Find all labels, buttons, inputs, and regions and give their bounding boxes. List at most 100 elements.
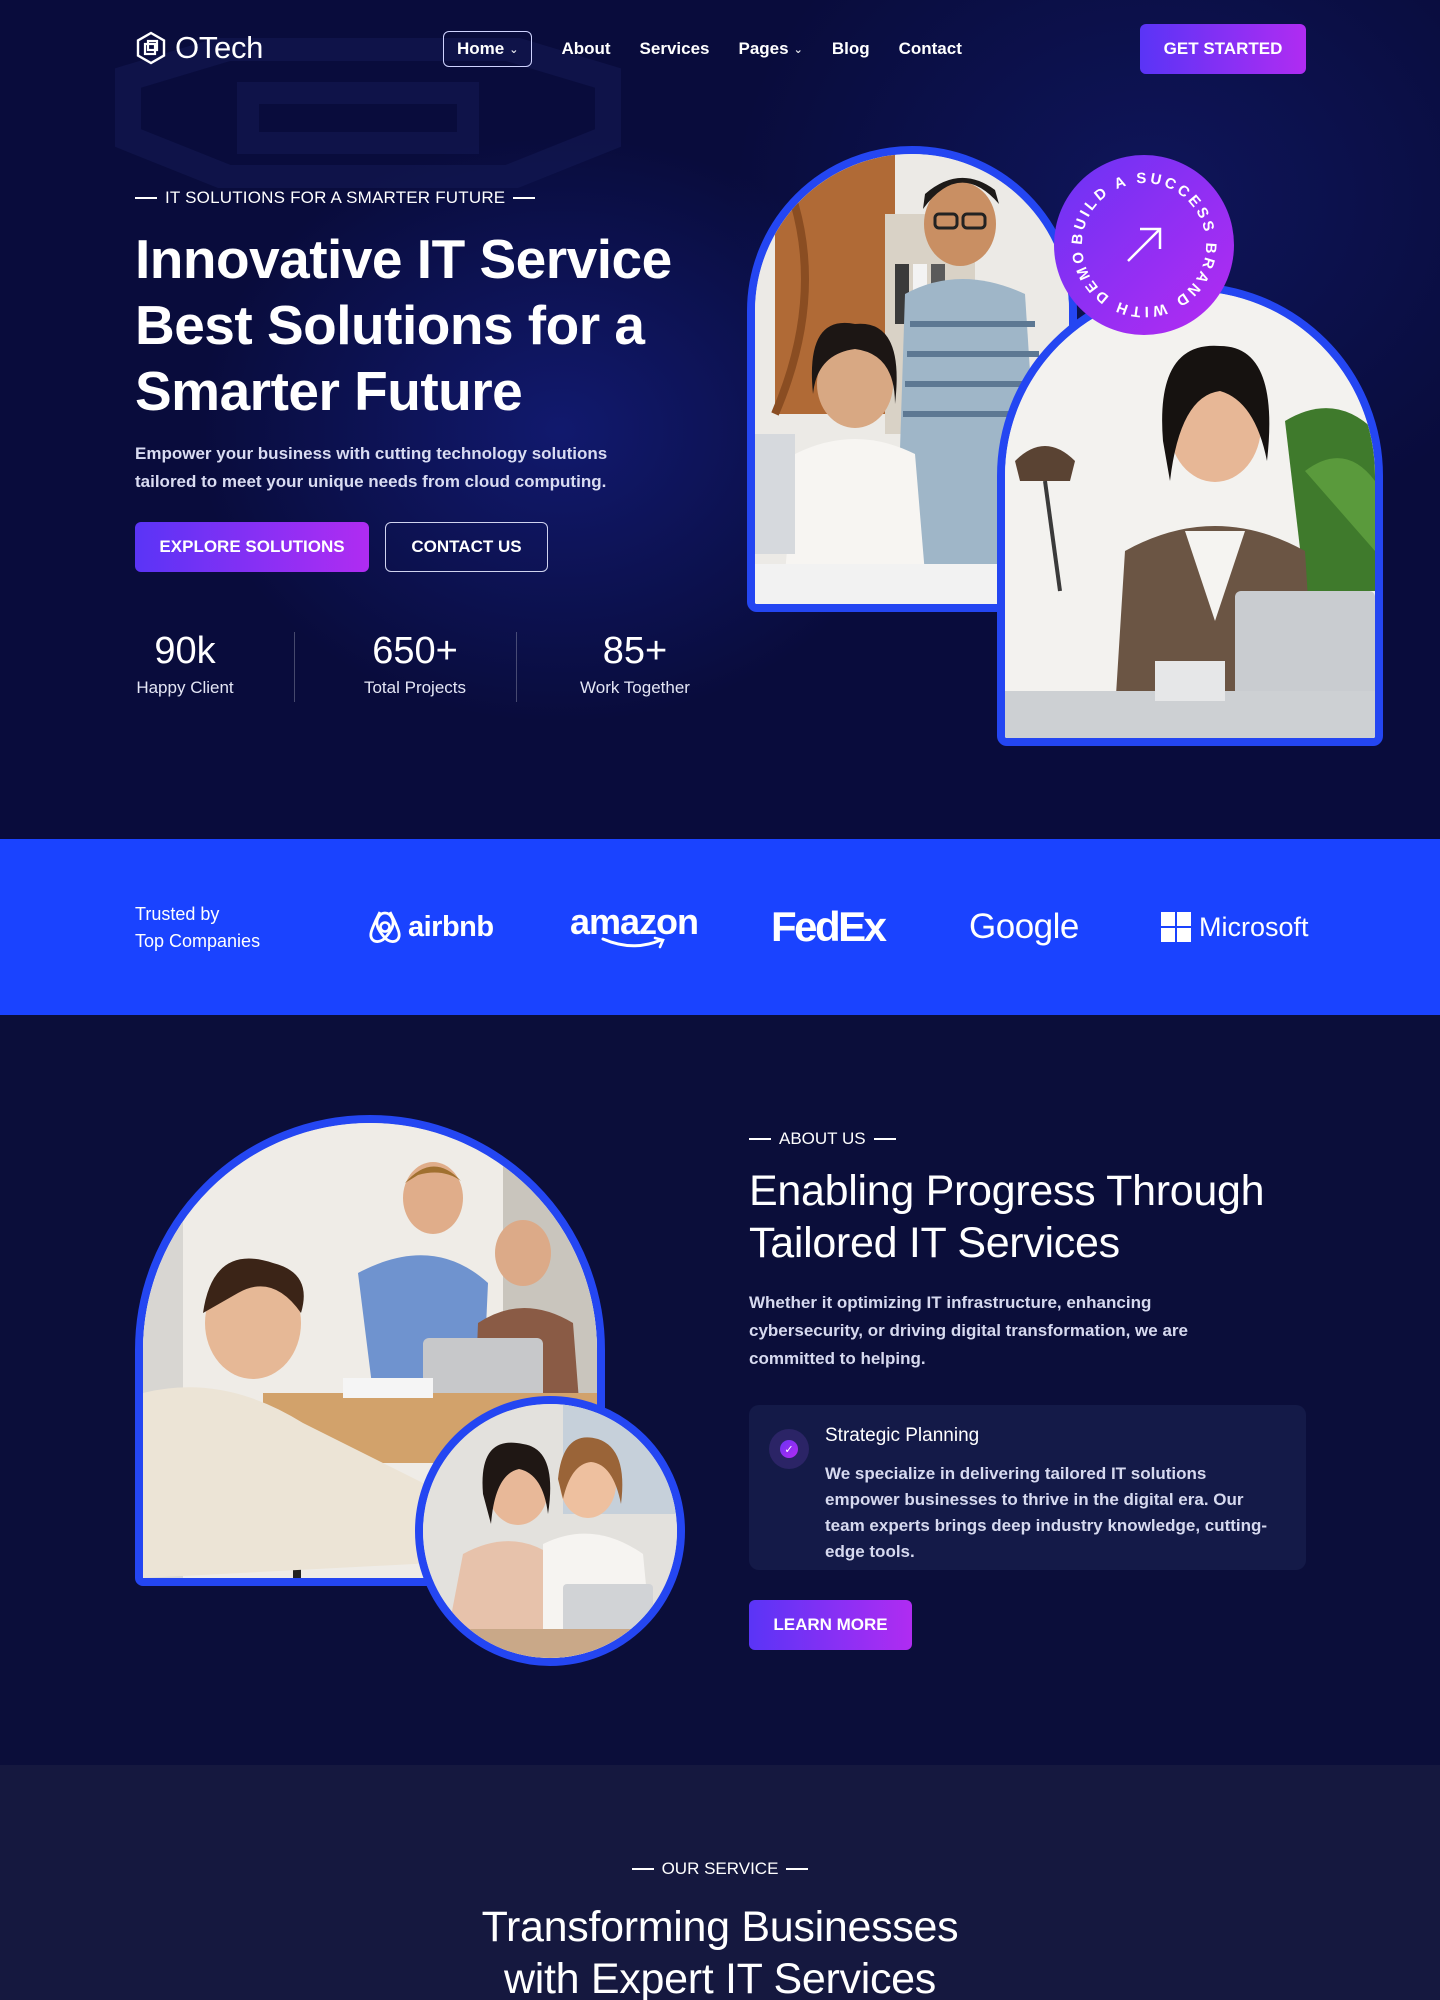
services-kicker: OUR SERVICE <box>0 1859 1440 1879</box>
woman-laptop-illustration <box>1005 291 1375 738</box>
stat-work-together: 85+ Work Together <box>560 628 710 698</box>
about-title-line: Enabling Progress Through <box>749 1167 1265 1215</box>
microsoft-logo: Microsoft <box>1161 839 1309 1015</box>
learn-more-button[interactable]: LEARN MORE <box>749 1600 912 1650</box>
about-description-line: Whether it optimizing IT infrastructure,… <box>749 1293 1152 1312</box>
kicker-dash <box>749 1138 771 1140</box>
badge-circle-text: BUILD A SUCCESS BRAND WITH DEMOUI <box>1047 142 1219 320</box>
trusted-label-line: Trusted by <box>135 904 220 924</box>
arrow-up-right-icon <box>1127 227 1162 262</box>
check-circle-icon: ✓ <box>769 1429 809 1469</box>
nav-label: Services <box>639 39 710 58</box>
services-kicker-text: OUR SERVICE <box>661 1859 779 1878</box>
fedex-wordmark: FedEx <box>771 903 887 950</box>
stat-label: Work Together <box>580 678 690 697</box>
hero-description: Empower your business with cutting techn… <box>135 440 655 496</box>
hero-kicker-text: IT SOLUTIONS FOR A SMARTER FUTURE <box>165 188 506 207</box>
about-description-line: committed to helping. <box>749 1349 926 1368</box>
nav-label: Home <box>457 39 505 58</box>
feature-text-line: empower businesses to thrive in the digi… <box>825 1490 1244 1509</box>
microsoft-wordmark: Microsoft <box>1199 911 1309 942</box>
stat-value: 85+ <box>602 630 668 672</box>
about-title: Enabling Progress Through Tailored IT Se… <box>749 1165 1329 1269</box>
hexagon-cube-logo-icon <box>136 31 166 65</box>
fedex-logo: FedEx <box>771 839 887 1015</box>
nav-label: About <box>561 39 611 58</box>
nav-item-services[interactable]: Services <box>640 39 710 59</box>
services-section: OUR SERVICE Transforming Businesses with… <box>0 1765 1440 2000</box>
hero-kicker: IT SOLUTIONS FOR A SMARTER FUTURE <box>135 188 536 208</box>
services-title-line: Transforming Businesses <box>481 1903 959 1951</box>
about-description-line: cybersecurity, or driving digital transf… <box>749 1321 1188 1340</box>
airbnb-wordmark: airbnb <box>408 910 494 943</box>
nav-item-contact[interactable]: Contact <box>899 39 962 59</box>
trusted-label-line: Top Companies <box>135 931 261 951</box>
nav-item-pages[interactable]: Pages ⌄ <box>739 39 803 59</box>
nav-item-home[interactable]: Home ⌄ <box>443 31 533 67</box>
brand-logo[interactable]: OTech <box>135 30 263 66</box>
main-nav: Home ⌄ About Services Pages ⌄ Blog Conta… <box>443 30 991 68</box>
about-photo-colleagues <box>415 1396 685 1666</box>
kicker-dash <box>513 197 536 199</box>
brand-name: OTech <box>175 30 264 65</box>
hero-description-line: tailored to meet your unique needs from … <box>135 472 607 491</box>
chevron-down-icon: ⌄ <box>509 43 519 56</box>
hero-title-line: Innovative IT Service <box>135 228 672 290</box>
microsoft-grid-icon <box>1161 912 1191 942</box>
about-kicker-text: ABOUT US <box>779 1129 866 1148</box>
hero-title-line: Best Solutions for a <box>135 294 645 356</box>
chevron-down-icon: ⌄ <box>793 43 803 56</box>
feature-text-line: team experts brings deep industry knowle… <box>825 1516 1268 1535</box>
two-women-illustration <box>423 1404 677 1658</box>
stat-happy-client: 90k Happy Client <box>120 628 250 698</box>
hero-stats: 90k Happy Client 650+ Total Projects 85+… <box>120 628 710 704</box>
hero-title: Innovative IT Service Best Solutions for… <box>135 226 735 424</box>
stat-label: Happy Client <box>136 678 234 697</box>
amazon-smile-icon <box>601 936 665 949</box>
google-logo: Google <box>969 839 1079 1015</box>
kicker-dash <box>786 1868 809 1870</box>
trusted-label: Trusted by Top Companies <box>135 901 260 955</box>
feature-text: We specialize in delivering tailored IT … <box>825 1461 1285 1565</box>
stat-value: 650+ <box>372 630 458 672</box>
hero-photo-woman-laptop <box>997 283 1383 746</box>
contact-us-button[interactable]: CONTACT US <box>385 522 548 572</box>
nav-item-about[interactable]: About <box>561 39 610 59</box>
stat-value: 90k <box>154 630 216 672</box>
stat-divider <box>516 632 517 702</box>
airbnb-icon <box>369 911 401 943</box>
nav-label: Contact <box>898 39 962 58</box>
badge-text: BUILD A SUCCESS BRAND WITH DEMOUI <box>1047 142 1216 320</box>
nav-label: Pages <box>738 39 789 58</box>
nav-label: Blog <box>831 39 870 58</box>
about-title-line: Tailored IT Services <box>749 1219 1120 1267</box>
svg-text:BUILD A SUCCESS BRAND WITH DEM: BUILD A SUCCESS BRAND WITH DEMOUI <box>1054 155 1219 320</box>
google-wordmark: Google <box>969 907 1079 946</box>
get-started-button[interactable]: GET STARTED <box>1140 24 1306 74</box>
feature-card-strategic-planning: ✓ Strategic Planning We specialize in de… <box>749 1405 1306 1570</box>
kicker-dash <box>631 1868 654 1870</box>
amazon-wordmark: amazon <box>570 901 699 942</box>
services-title-line: with Expert IT Services <box>503 1955 936 2000</box>
feature-title: Strategic Planning <box>825 1425 980 1446</box>
kicker-dash <box>873 1138 896 1140</box>
about-description: Whether it optimizing IT infrastructure,… <box>749 1289 1229 1373</box>
about-section: ABOUT US Enabling Progress Through Tailo… <box>0 1015 1440 1765</box>
about-kicker: ABOUT US <box>749 1129 896 1149</box>
stat-divider <box>294 632 295 702</box>
stat-total-projects: 650+ Total Projects <box>330 628 500 698</box>
brand-badge[interactable]: BUILD A SUCCESS BRAND WITH DEMOUI <box>1047 142 1234 335</box>
feature-text-line: edge tools. <box>825 1542 915 1561</box>
explore-solutions-button[interactable]: EXPLORE SOLUTIONS <box>135 522 369 572</box>
stat-label: Total Projects <box>363 678 467 697</box>
feature-text-line: We specialize in delivering tailored IT … <box>825 1464 1207 1483</box>
hero-section: OTech Home ⌄ About Services Pages ⌄ Blog… <box>0 0 1440 839</box>
airbnb-logo: airbnb <box>368 839 494 1015</box>
hero-description-line: Empower your business with cutting techn… <box>135 444 608 463</box>
kicker-dash <box>135 197 157 199</box>
trusted-companies-band: Trusted by Top Companies airbnb amazon F… <box>0 839 1440 1015</box>
hero-title-line: Smarter Future <box>135 360 523 422</box>
amazon-logo: amazon <box>570 839 699 1015</box>
nav-item-blog[interactable]: Blog <box>832 39 870 59</box>
services-title: Transforming Businesses with Expert IT S… <box>0 1901 1440 2000</box>
